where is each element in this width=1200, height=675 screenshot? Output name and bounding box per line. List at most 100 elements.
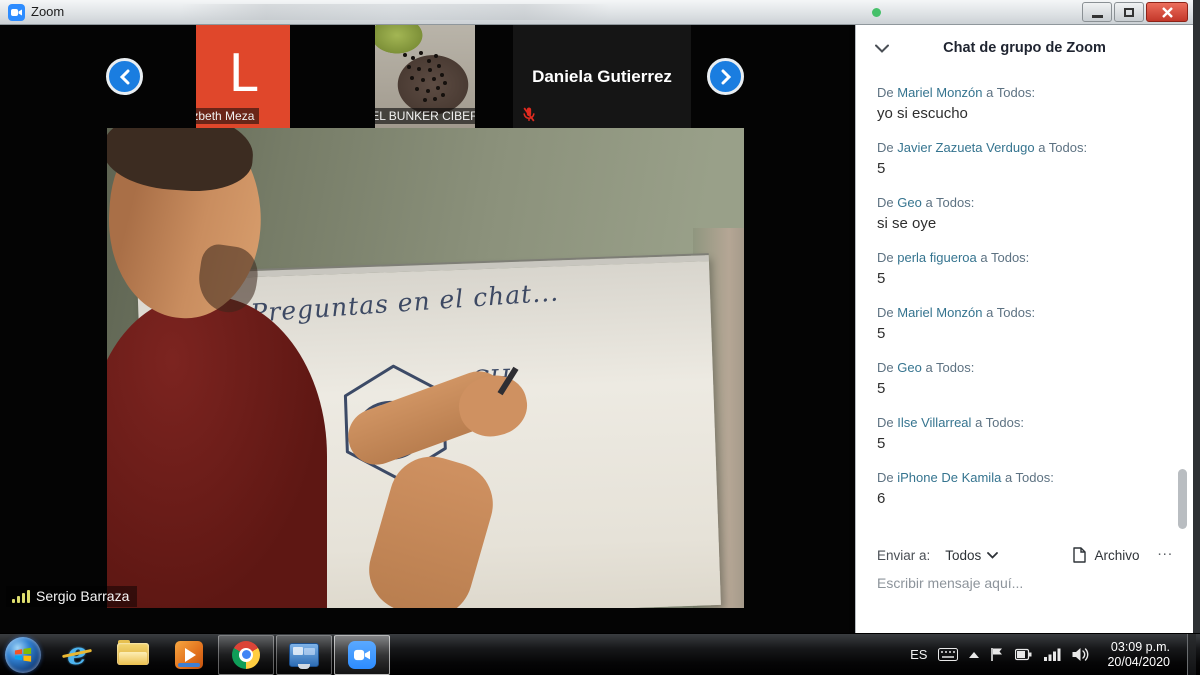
chrome-button[interactable] — [218, 635, 274, 675]
speaker-name-badge: Sergio Barraza — [6, 586, 137, 607]
chat-message-text: 6 — [877, 488, 1179, 510]
chat-message-meta: De Geo a Todos: — [877, 358, 1179, 378]
desktop-app-button[interactable] — [276, 635, 332, 675]
speaker-volume-icon[interactable] — [1072, 647, 1090, 662]
previous-participants-button[interactable] — [106, 58, 143, 95]
network-signal-icon[interactable] — [1044, 648, 1061, 661]
mic-muted-icon — [523, 107, 535, 122]
chat-message-meta: De Mariel Monzón a Todos: — [877, 83, 1179, 103]
folder-icon — [117, 643, 149, 667]
chat-message-input[interactable] — [877, 575, 1173, 591]
participant-thumbnail-lizbeth[interactable]: L Lizbeth Meza — [196, 25, 290, 128]
chat-message-meta: De Mariel Monzón a Todos: — [877, 303, 1179, 323]
chat-sender-name: Geo — [897, 360, 922, 375]
chat-sender-name: perla figueroa — [897, 250, 977, 265]
next-participants-button[interactable] — [707, 58, 744, 95]
chat-footer: Enviar a: Todos Archivo ... — [856, 537, 1193, 633]
participant-name: Daniela Gutierrez — [532, 67, 672, 87]
send-to-value: Todos — [945, 548, 981, 563]
maximize-button[interactable] — [1114, 2, 1144, 22]
main-speaker-video[interactable]: Preguntas en el chat... CH — [107, 128, 744, 608]
file-icon — [1073, 547, 1086, 563]
chat-sender-name: Mariel Monzón — [897, 85, 982, 100]
media-player-icon — [175, 641, 203, 669]
window-edge — [1193, 0, 1200, 633]
zoom-logo-icon — [8, 4, 25, 21]
chat-message-meta: De Geo a Todos: — [877, 193, 1179, 213]
desktop-app-icon-stand — [298, 664, 310, 669]
zoom-app-window: Zoom L Lizbeth Meza — [0, 0, 1200, 675]
clock-date: 20/04/2020 — [1107, 655, 1170, 670]
chat-panel: Chat de grupo de Zoom De Mariel Monzón a… — [855, 25, 1193, 633]
attach-file-button[interactable]: Archivo — [1073, 547, 1139, 563]
keyboard-icon[interactable] — [938, 648, 958, 661]
chat-message: De Javier Zazueta Verdugo a Todos: 5 — [877, 138, 1179, 180]
presenter-torso — [107, 296, 327, 608]
battery-icon[interactable] — [1015, 648, 1033, 661]
start-button[interactable] — [5, 637, 41, 673]
video-region: L Lizbeth Meza EL BUNKER CIBER Daniela G… — [0, 25, 855, 633]
chat-message-list[interactable]: De Mariel Monzón a Todos: yo si escucho … — [856, 77, 1179, 537]
avatar-letter: L — [229, 48, 258, 100]
windows-logo-icon — [14, 647, 32, 662]
media-player-button[interactable] — [161, 634, 217, 675]
chat-message: De iPhone De Kamila a Todos: 6 — [877, 468, 1179, 510]
desktop-app-icon — [289, 643, 319, 667]
chat-message: De Mariel Monzón a Todos: 5 — [877, 303, 1179, 345]
chat-message-text: 5 — [877, 268, 1179, 290]
chat-message-meta: De Ilse Villarreal a Todos: — [877, 413, 1179, 433]
chat-message-text: si se oye — [877, 213, 1179, 235]
participant-filmstrip: L Lizbeth Meza EL BUNKER CIBER Daniela G… — [0, 25, 855, 128]
speaker-name: Sergio Barraza — [36, 588, 129, 604]
participant-thumbnail-daniela[interactable]: Daniela Gutierrez — [513, 25, 691, 128]
taskbar-clock[interactable]: 03:09 p.m. 20/04/2020 — [1101, 640, 1176, 670]
action-center-flag-icon[interactable] — [990, 647, 1004, 662]
participant-name-badge: EL BUNKER CIBER — [375, 108, 475, 124]
system-tray: ES 03:09 p.m. 20/04/2020 — [910, 634, 1200, 675]
zoom-camera-icon — [348, 641, 376, 669]
attach-file-label: Archivo — [1094, 548, 1139, 563]
zoom-taskbar-button[interactable] — [334, 635, 390, 675]
file-explorer-button[interactable] — [105, 634, 161, 675]
send-to-label: Enviar a: — [877, 548, 930, 563]
close-button[interactable] — [1146, 2, 1188, 22]
chat-message-meta: De perla figueroa a Todos: — [877, 248, 1179, 268]
chat-message: De Ilse Villarreal a Todos: 5 — [877, 413, 1179, 455]
chat-message: De Geo a Todos: 5 — [877, 358, 1179, 400]
window-title: Zoom — [31, 4, 64, 19]
chat-message-text: 5 — [877, 158, 1179, 180]
chat-message-meta: De Javier Zazueta Verdugo a Todos: — [877, 138, 1179, 158]
send-to-dropdown[interactable]: Todos — [945, 548, 998, 563]
chat-scrollbar-thumb[interactable] — [1178, 469, 1187, 529]
chat-message-text: 5 — [877, 433, 1179, 455]
chat-message-text: 5 — [877, 323, 1179, 345]
chat-sender-name: Ilse Villarreal — [897, 415, 971, 430]
chat-sender-name: iPhone De Kamila — [897, 470, 1001, 485]
chat-sender-name: Geo — [897, 195, 922, 210]
participant-thumbnail-bunker[interactable]: EL BUNKER CIBER — [375, 25, 475, 128]
chrome-icon — [232, 641, 260, 669]
windows-taskbar: e ES — [0, 633, 1200, 675]
participant-name-badge: Lizbeth Meza — [196, 108, 259, 124]
chat-panel-title: Chat de grupo de Zoom — [856, 40, 1193, 56]
internet-explorer-button[interactable]: e — [49, 634, 105, 675]
language-indicator[interactable]: ES — [910, 647, 927, 662]
audio-signal-icon — [12, 590, 30, 603]
chat-message-text: yo si escucho — [877, 103, 1179, 125]
chat-header: Chat de grupo de Zoom — [856, 25, 1193, 77]
clock-time: 03:09 p.m. — [1107, 640, 1170, 655]
more-options-button[interactable]: ... — [1157, 547, 1173, 563]
chevron-down-icon — [987, 552, 998, 559]
chat-message: De Geo a Todos: si se oye — [877, 193, 1179, 235]
chat-message-text: 5 — [877, 378, 1179, 400]
minimize-button[interactable] — [1082, 2, 1112, 22]
presenter-person — [107, 128, 744, 608]
participant-name: Lizbeth Meza — [196, 109, 254, 123]
show-desktop-button[interactable] — [1187, 634, 1196, 675]
chat-message-meta: De iPhone De Kamila a Todos: — [877, 468, 1179, 488]
internet-explorer-icon: e — [67, 639, 87, 670]
chat-sender-name: Mariel Monzón — [897, 305, 982, 320]
chat-message: De perla figueroa a Todos: 5 — [877, 248, 1179, 290]
show-hidden-icons-button[interactable] — [969, 652, 979, 658]
chat-message: De Mariel Monzón a Todos: yo si escucho — [877, 83, 1179, 125]
